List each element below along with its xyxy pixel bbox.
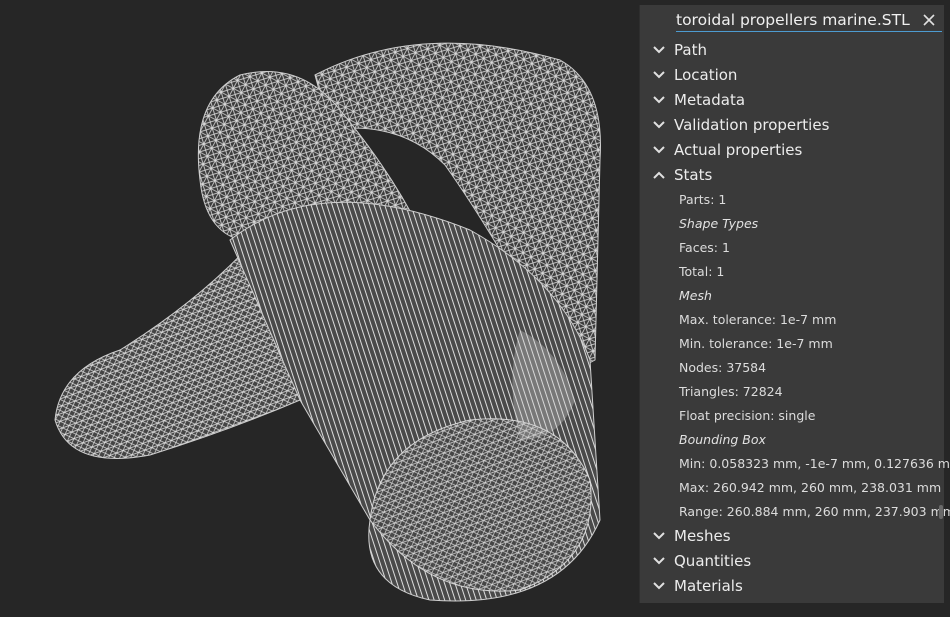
- wireframe-propeller-model[interactable]: [0, 0, 640, 617]
- stat-faces: Faces: 1: [679, 239, 730, 255]
- chevron-down-icon: [653, 120, 665, 128]
- chevron-up-icon: [653, 171, 665, 179]
- chevron-down-icon: [653, 531, 665, 539]
- section-path[interactable]: Path: [640, 37, 944, 62]
- section-label: Validation properties: [674, 115, 830, 134]
- section-quantities[interactable]: Quantities: [640, 548, 944, 573]
- stat-bbox-max: Max: 260.942 mm, 260 mm, 238.031 mm: [679, 479, 942, 495]
- chevron-down-icon: [653, 95, 665, 103]
- stat-group-bounding-box: Bounding Box: [679, 431, 766, 447]
- stat-float-precision: Float precision: single: [679, 407, 816, 423]
- section-stats[interactable]: Stats: [640, 162, 944, 187]
- stat-min-tolerance: Min. tolerance: 1e-7 mm: [679, 335, 833, 351]
- stat-max-tolerance: Max. tolerance: 1e-7 mm: [679, 311, 837, 327]
- section-location[interactable]: Location: [640, 62, 944, 87]
- panel-scrollbar[interactable]: [939, 505, 943, 519]
- stats-list: Parts: 1 Shape Types Faces: 1 Total: 1 M…: [640, 187, 950, 523]
- section-materials[interactable]: Materials: [640, 573, 944, 598]
- section-metadata[interactable]: Metadata: [640, 87, 944, 112]
- stat-nodes: Nodes: 37584: [679, 359, 767, 375]
- stat-total: Total: 1: [679, 263, 725, 279]
- chevron-down-icon: [653, 70, 665, 78]
- section-label: Actual properties: [674, 140, 803, 159]
- properties-panel: toroidal propellers marine.STL Path Loca…: [639, 5, 950, 603]
- section-meshes[interactable]: Meshes: [640, 523, 944, 548]
- panel-header: toroidal propellers marine.STL: [640, 5, 944, 37]
- stat-bbox-min: Min: 0.058323 mm, -1e-7 mm, 0.127636 mm: [679, 455, 950, 471]
- section-actual-properties[interactable]: Actual properties: [640, 137, 944, 162]
- chevron-down-icon: [653, 45, 665, 53]
- section-label: Quantities: [674, 551, 752, 570]
- section-label: Stats: [674, 165, 713, 184]
- stat-triangles: Triangles: 72824: [679, 383, 783, 399]
- panel-title: toroidal propellers marine.STL: [676, 11, 942, 32]
- stat-group-shape-types: Shape Types: [679, 215, 759, 231]
- section-label: Path: [674, 40, 707, 59]
- chevron-down-icon: [653, 145, 665, 153]
- section-label: Location: [674, 65, 738, 84]
- section-label: Metadata: [674, 90, 746, 109]
- close-icon[interactable]: [922, 13, 936, 27]
- stat-parts: Parts: 1: [679, 191, 727, 207]
- section-label: Materials: [674, 576, 743, 595]
- section-label: Meshes: [674, 526, 731, 545]
- stat-bbox-range: Range: 260.884 mm, 260 mm, 237.903 mm: [679, 503, 950, 519]
- chevron-down-icon: [653, 581, 665, 589]
- chevron-down-icon: [653, 556, 665, 564]
- section-validation-properties[interactable]: Validation properties: [640, 112, 944, 137]
- stat-group-mesh: Mesh: [679, 287, 712, 303]
